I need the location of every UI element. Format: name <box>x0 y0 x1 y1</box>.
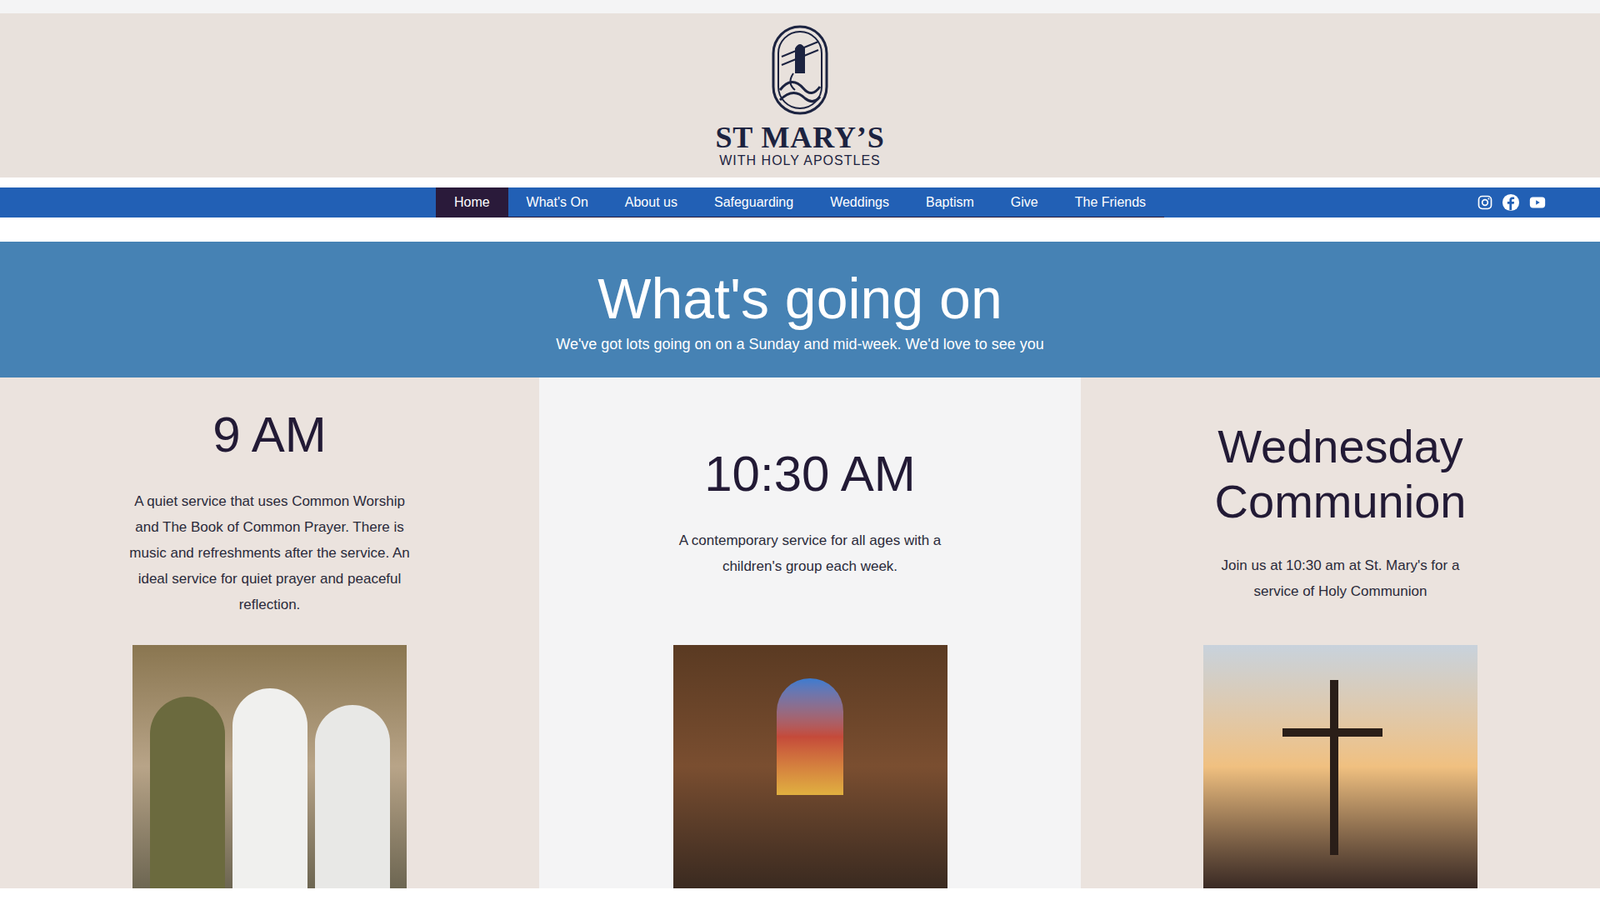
site-header: ST MARY’SWITH HOLY APOSTLES <box>0 13 1600 178</box>
nav-item[interactable]: Safeguarding <box>695 187 812 217</box>
nav-item[interactable]: What's On <box>508 187 607 217</box>
logo-subtitle: WITH HOLY APOSTLES <box>719 153 880 169</box>
logo-icon <box>770 23 830 117</box>
service-text: A quiet service that uses Common Worship… <box>128 488 412 618</box>
service-title: 9 AM <box>212 405 327 465</box>
nav-item[interactable]: The Friends <box>1056 187 1165 217</box>
instagram-icon[interactable] <box>1476 194 1494 211</box>
logo[interactable]: ST MARY’SWITH HOLY APOSTLES <box>715 23 885 169</box>
service-column: 9 AM A quiet service that uses Common Wor… <box>0 377 540 889</box>
service-title: Wednesday Communion <box>1203 419 1478 530</box>
nav-item[interactable]: Baptism <box>907 187 993 217</box>
main-nav: HomeWhat's OnAbout usSafeguardingWedding… <box>0 187 1600 218</box>
service-photo <box>132 645 407 889</box>
banner: What's going onWe've got lots going on o… <box>0 241 1600 378</box>
service-text: Join us at 10:30 am at St. Mary's for a … <box>1199 552 1483 605</box>
nav-item[interactable]: Weddings <box>811 187 908 217</box>
service-column: 10:30 AM A contemporary service for all a… <box>539 377 1081 889</box>
service-column: Wednesday Communion Join us at 10:30 am a… <box>1080 377 1600 889</box>
facebook-icon[interactable] <box>1501 193 1520 212</box>
service-text: A contemporary service for all ages with… <box>668 527 952 580</box>
service-title: 10:30 AM <box>704 444 916 505</box>
service-photo <box>673 645 948 889</box>
nav-item[interactable]: Give <box>992 187 1057 217</box>
nav-item[interactable]: About us <box>606 187 696 217</box>
service-photo <box>1203 645 1478 889</box>
banner-title: What's going on <box>597 265 1003 332</box>
social-links <box>1476 187 1547 218</box>
services: 9 AM A quiet service that uses Common Wor… <box>0 377 1600 889</box>
banner-subtitle: We've got lots going on on a Sunday and … <box>555 333 1045 355</box>
logo-name: ST MARY’S <box>715 121 885 154</box>
youtube-icon[interactable] <box>1528 193 1547 212</box>
nav-item[interactable]: Home <box>435 187 509 217</box>
